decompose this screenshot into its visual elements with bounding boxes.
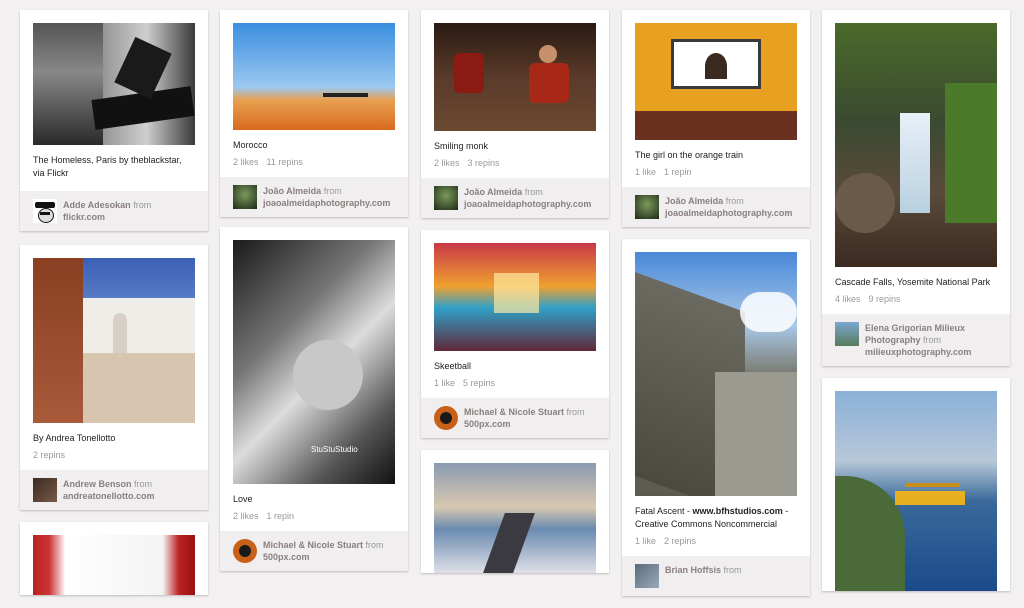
pin-image[interactable]	[434, 243, 596, 351]
attribution-text: Elena Grigorian Milieux Photography from…	[865, 323, 972, 357]
pin-column-2: Morocco 2 likes 11 repins João Almeida fr…	[220, 10, 408, 583]
pin-column-1: The Homeless, Paris by theblackstar, via…	[20, 10, 208, 607]
pin-description: Smiling monk	[434, 141, 489, 151]
pin-stats: 2 likes 1 repin	[233, 511, 295, 521]
pin-card[interactable]: Morocco 2 likes 11 repins João Almeida fr…	[220, 10, 408, 217]
avatar[interactable]	[233, 185, 257, 209]
pin-description: The Homeless, Paris by theblackstar, via…	[33, 155, 182, 178]
pin-description: The girl on the orange train	[635, 150, 744, 160]
pin-image[interactable]	[835, 391, 997, 591]
avatar[interactable]	[33, 199, 57, 223]
pinner-name[interactable]: João Almeida	[263, 186, 321, 196]
pin-image[interactable]	[33, 23, 195, 145]
avatar[interactable]	[635, 564, 659, 588]
pin-stats: 1 like 1 repin	[635, 167, 692, 177]
attribution-text: Andrew Benson from andreatonellotto.com	[63, 479, 155, 501]
pin-card[interactable]: The girl on the orange train 1 like 1 rep…	[622, 10, 810, 227]
pin-description: Fatal Ascent - www.bfhstudios.com - Crea…	[635, 506, 789, 529]
pin-card[interactable]: Smiling monk 2 likes 3 repins João Almeid…	[421, 10, 609, 218]
pin-attribution: João Almeida from joaoalmeidaphotography…	[421, 178, 609, 218]
pin-image[interactable]: StuStuStudio	[233, 240, 395, 484]
pin-stats: 1 like 2 repins	[635, 536, 697, 546]
source-link[interactable]: 500px.com	[263, 552, 310, 562]
avatar[interactable]	[434, 406, 458, 430]
pin-column-3: Smiling monk 2 likes 3 repins João Almeid…	[421, 10, 609, 585]
pin-image[interactable]	[434, 23, 596, 131]
source-link[interactable]: joaoalmeidaphotography.com	[464, 199, 591, 209]
pin-description: Skeetball	[434, 361, 472, 371]
pin-attribution: João Almeida from joaoalmeidaphotography…	[220, 177, 408, 217]
pinner-name[interactable]: Andrew Benson	[63, 479, 132, 489]
pin-stats: 2 likes 11 repins	[233, 157, 303, 167]
source-link[interactable]: andreatonellotto.com	[63, 491, 155, 501]
pin-description: Love	[233, 494, 253, 504]
pin-attribution: Michael & Nicole Stuart from 500px.com	[220, 531, 408, 571]
pin-attribution: Michael & Nicole Stuart from 500px.com	[421, 398, 609, 438]
pin-card[interactable]: Fatal Ascent - www.bfhstudios.com - Crea…	[622, 239, 810, 596]
pin-column-5: Cascade Falls, Yosemite National Park 4 …	[822, 10, 1010, 603]
pinner-name[interactable]: Michael & Nicole Stuart	[464, 407, 564, 417]
pin-card[interactable]	[822, 378, 1010, 591]
source-link[interactable]: joaoalmeidaphotography.com	[665, 208, 792, 218]
avatar[interactable]	[434, 186, 458, 210]
pin-image[interactable]	[33, 258, 195, 423]
pin-description: Morocco	[233, 140, 268, 150]
pin-stats: 4 likes 9 repins	[835, 294, 901, 304]
pinner-name[interactable]: Adde Adesokan	[63, 200, 131, 210]
pinner-name[interactable]: João Almeida	[464, 187, 522, 197]
pin-attribution: Andrew Benson from andreatonellotto.com	[20, 470, 208, 510]
source-link[interactable]: 500px.com	[464, 419, 511, 429]
pin-column-4: The girl on the orange train 1 like 1 rep…	[622, 10, 810, 608]
pin-card[interactable]: The Homeless, Paris by theblackstar, via…	[20, 10, 208, 231]
pin-stats: 2 likes 3 repins	[434, 158, 500, 168]
avatar[interactable]	[835, 322, 859, 346]
pin-card[interactable]: StuStuStudio Love 2 likes 1 repin Michael…	[220, 227, 408, 571]
attribution-text: João Almeida from joaoalmeidaphotography…	[665, 196, 793, 218]
attribution-text: Adde Adesokan from flickr.com	[63, 200, 152, 222]
pin-stats	[33, 185, 195, 186]
pinner-name[interactable]: João Almeida	[665, 196, 723, 206]
avatar[interactable]	[233, 539, 257, 563]
source-link[interactable]: milieuxphotography.com	[865, 347, 971, 357]
pin-image[interactable]	[434, 463, 596, 573]
attribution-text: Brian Hoffsis from	[665, 565, 742, 575]
pin-stats: 2 repins	[33, 450, 66, 460]
pin-image[interactable]	[835, 23, 997, 267]
pin-image[interactable]	[635, 23, 797, 140]
pin-attribution: João Almeida from joaoalmeidaphotography…	[622, 187, 810, 227]
pin-attribution: Brian Hoffsis from	[622, 556, 810, 596]
avatar[interactable]	[33, 478, 57, 502]
pinner-name[interactable]: Brian Hoffsis	[665, 565, 721, 575]
attribution-text: Michael & Nicole Stuart from 500px.com	[263, 540, 384, 562]
pin-attribution: Elena Grigorian Milieux Photography from…	[822, 314, 1010, 366]
pin-card[interactable]: Skeetball 1 like 5 repins Michael & Nicol…	[421, 230, 609, 438]
pinner-name[interactable]: Michael & Nicole Stuart	[263, 540, 363, 550]
pin-description: By Andrea Tonellotto	[33, 433, 116, 443]
pin-stats: 1 like 5 repins	[434, 378, 496, 388]
source-link[interactable]: joaoalmeidaphotography.com	[263, 198, 390, 208]
attribution-text: Michael & Nicole Stuart from 500px.com	[464, 407, 585, 429]
attribution-text: João Almeida from joaoalmeidaphotography…	[263, 186, 391, 208]
pin-card[interactable]: Cascade Falls, Yosemite National Park 4 …	[822, 10, 1010, 366]
pin-image[interactable]	[33, 535, 195, 595]
watermark: StuStuStudio	[311, 445, 358, 454]
attribution-text: João Almeida from joaoalmeidaphotography…	[464, 187, 592, 209]
pin-description: Cascade Falls, Yosemite National Park	[835, 277, 991, 287]
pin-image[interactable]	[635, 252, 797, 496]
pin-card[interactable]	[20, 522, 208, 595]
avatar[interactable]	[635, 195, 659, 219]
pin-attribution: Adde Adesokan from flickr.com	[20, 191, 208, 231]
pin-card[interactable]	[421, 450, 609, 573]
pin-image[interactable]	[233, 23, 395, 130]
pinner-name[interactable]: Elena Grigorian Milieux Photography	[865, 323, 965, 345]
source-link[interactable]: flickr.com	[63, 212, 105, 222]
pin-card[interactable]: By Andrea Tonellotto 2 repins Andrew Ben…	[20, 245, 208, 510]
